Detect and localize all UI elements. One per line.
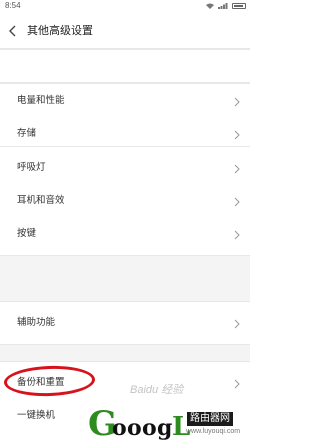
chevron-right-icon bbox=[234, 130, 240, 140]
chevron-right-icon bbox=[234, 230, 240, 240]
row-battery-performance[interactable]: 电量和性能 bbox=[0, 85, 250, 117]
row-label: 一键换机 bbox=[17, 410, 56, 421]
page-title: 其他高级设置 bbox=[27, 24, 93, 37]
chevron-right-icon bbox=[234, 164, 240, 174]
chevron-left-icon[interactable] bbox=[8, 25, 18, 37]
row-label: 存储 bbox=[17, 128, 37, 139]
row-buttons[interactable]: 按键 bbox=[0, 218, 250, 250]
page-header: 其他高级设置 bbox=[0, 14, 250, 49]
baidu-watermark: Baidu 经验 bbox=[130, 384, 184, 396]
settings-group-3: 辅助功能 bbox=[0, 301, 250, 345]
row-label: 辅助功能 bbox=[17, 317, 56, 328]
row-headphones-sound[interactable]: 耳机和音效 bbox=[0, 185, 250, 217]
watermark-site-name: 路由器网 bbox=[187, 412, 233, 426]
svg-text:o: o bbox=[127, 415, 142, 441]
row-label: 按键 bbox=[17, 228, 37, 239]
chevron-right-icon bbox=[234, 319, 240, 329]
settings-group-2: 呼吸灯 耳机和音效 按键 bbox=[0, 146, 250, 256]
settings-screen: 8:54 其他高级设置 电量和性能 存储 呼吸灯 耳机和音效 按键 辅助功能 备… bbox=[0, 0, 250, 445]
svg-text:o: o bbox=[142, 415, 157, 441]
chevron-right-icon bbox=[234, 97, 240, 107]
battery-icon bbox=[232, 3, 246, 9]
chevron-right-icon bbox=[234, 379, 240, 389]
row-label: 耳机和音效 bbox=[17, 195, 65, 206]
row-label: 电量和性能 bbox=[17, 95, 65, 106]
signal-icon bbox=[218, 3, 228, 9]
watermark-url: www.luyouqi.com bbox=[186, 428, 241, 435]
status-time: 8:54 bbox=[5, 1, 21, 10]
wifi-icon bbox=[206, 3, 214, 9]
row-breathing-light[interactable]: 呼吸灯 bbox=[0, 152, 250, 184]
settings-group-0 bbox=[0, 49, 250, 83]
battery-level bbox=[234, 5, 243, 7]
chevron-right-icon bbox=[234, 197, 240, 207]
svg-text:g: g bbox=[157, 415, 172, 441]
settings-row-partial[interactable] bbox=[0, 50, 250, 82]
row-accessibility[interactable]: 辅助功能 bbox=[0, 307, 250, 339]
status-icons bbox=[206, 3, 246, 9]
svg-text:o: o bbox=[112, 415, 127, 441]
settings-group-1: 电量和性能 存储 bbox=[0, 83, 250, 151]
status-bar: 8:54 bbox=[0, 0, 250, 14]
row-label: 呼吸灯 bbox=[17, 162, 46, 173]
